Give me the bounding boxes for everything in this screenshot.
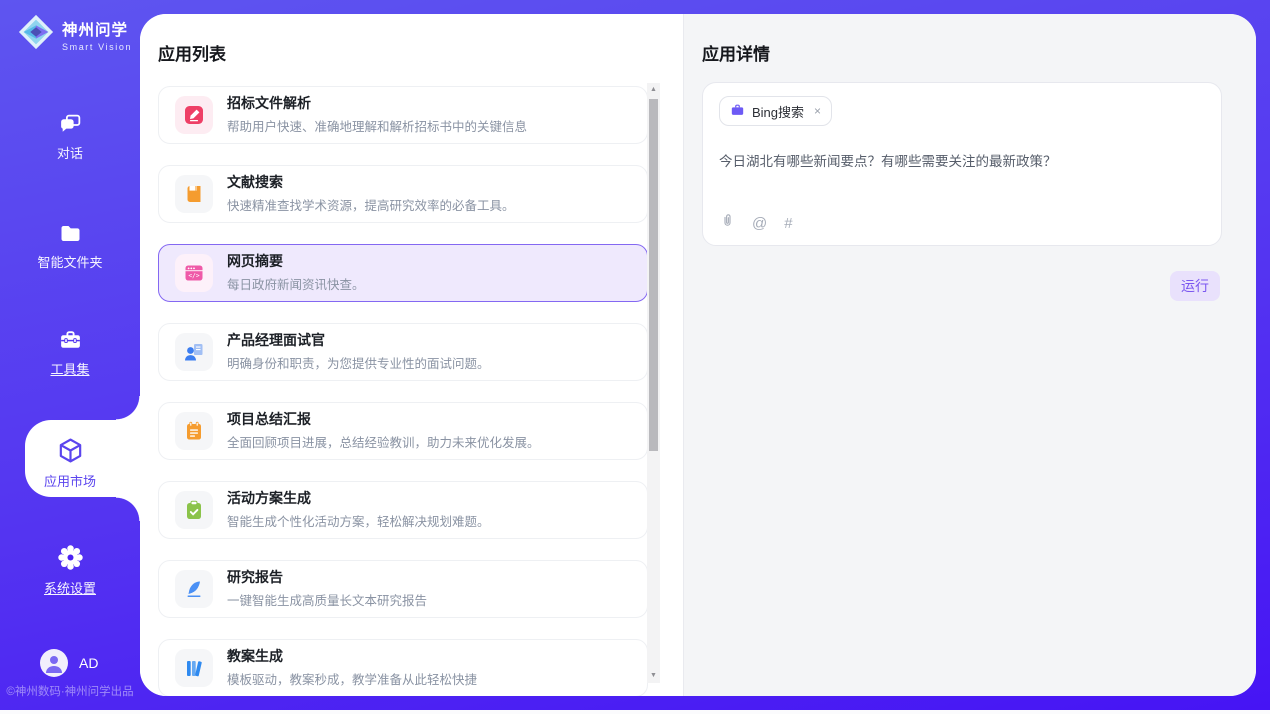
sidebar-item-5[interactable]: 系统设置	[0, 543, 140, 597]
app-card-title: 网页摘要	[227, 253, 365, 269]
chat-icon	[0, 112, 140, 137]
scrollbar-thumb[interactable]	[649, 99, 658, 451]
interviewer-icon	[175, 333, 213, 371]
app-logo: 神州问学 Smart Vision	[17, 13, 132, 56]
logo-gem-icon	[17, 13, 55, 56]
sidebar-item-label: 应用市场	[0, 471, 140, 490]
report-pen-icon	[175, 570, 213, 608]
bubble-notch-bottom	[116, 497, 140, 521]
prompt-input-card[interactable]: Bing搜索 × 今日湖北有哪些新闻要点？有哪些需要关注的最新政策？ @#	[702, 82, 1222, 246]
edit-doc-icon	[175, 96, 213, 134]
app-list-title: 应用列表	[158, 40, 226, 65]
books-icon	[175, 649, 213, 687]
browser-code-icon: </>	[175, 254, 213, 292]
sidebar: 神州问学 Smart Vision 对话智能文件夹工具集应用市场系统设置 AD …	[0, 0, 140, 710]
app-card[interactable]: 产品经理面试官明确身份和职责，为您提供专业性的面试问题。	[158, 323, 648, 381]
app-card-description: 智能生成个性化活动方案，轻松解决规划难题。	[227, 511, 490, 530]
scrollbar-down-arrow-icon[interactable]: ▼	[647, 669, 660, 683]
app-card[interactable]: 教案生成模板驱动，教案秒成，教学准备从此轻松快捷	[158, 639, 648, 696]
app-card-title: 教案生成	[227, 648, 477, 664]
bubble-notch-top	[116, 396, 140, 420]
sidebar-item-4[interactable]: 应用市场	[0, 436, 140, 490]
tool-chip-bing-search[interactable]: Bing搜索 ×	[719, 96, 832, 126]
app-card-title: 招标文件解析	[227, 95, 527, 111]
app-card-description: 快速精准查找学术资源，提高研究效率的必备工具。	[227, 195, 515, 214]
sidebar-item-label: 工具集	[0, 359, 140, 378]
at-icon[interactable]: @	[752, 215, 767, 232]
svg-text:</>: </>	[188, 273, 199, 280]
app-card-title: 活动方案生成	[227, 490, 490, 506]
logo-subtitle: Smart Vision	[62, 42, 132, 52]
user-avatar-icon	[40, 649, 68, 677]
scrollbar-up-arrow-icon[interactable]: ▲	[647, 83, 660, 97]
account-name: AD	[79, 655, 98, 671]
app-card-title: 项目总结汇报	[227, 411, 540, 427]
paperclip-icon[interactable]	[720, 212, 735, 234]
folder-icon	[0, 222, 140, 246]
app-card-description: 全面回顾项目进展，总结经验教训，助力未来优化发展。	[227, 432, 540, 451]
attachment-toolbar: @#	[720, 212, 793, 234]
sidebar-item-label: 对话	[0, 143, 140, 162]
app-card[interactable]: 文献搜索快速精准查找学术资源，提高研究效率的必备工具。	[158, 165, 648, 223]
sidebar-item-3[interactable]: 工具集	[0, 328, 140, 378]
sidebar-item-label: 系统设置	[0, 578, 140, 597]
book-icon	[175, 175, 213, 213]
app-detail-title: 应用详情	[702, 40, 770, 65]
app-card-description: 帮助用户快速、准确地理解和解析招标书中的关键信息	[227, 116, 527, 135]
sidebar-item-1[interactable]: 对话	[0, 112, 140, 162]
app-list-panel: 应用列表 招标文件解析帮助用户快速、准确地理解和解析招标书中的关键信息文献搜索快…	[140, 14, 684, 696]
app-card-title: 产品经理面试官	[227, 332, 490, 348]
app-card-description: 模板驱动，教案秒成，教学准备从此轻松快捷	[227, 669, 477, 688]
app-card[interactable]: 研究报告一键智能生成高质量长文本研究报告	[158, 560, 648, 618]
query-text[interactable]: 今日湖北有哪些新闻要点？有哪些需要关注的最新政策？	[719, 153, 1205, 171]
chip-close-icon[interactable]: ×	[814, 104, 821, 118]
account-button[interactable]: AD	[40, 649, 98, 677]
cube-icon	[0, 436, 140, 465]
app-card[interactable]: </> 网页摘要每日政府新闻资讯快查。	[158, 244, 648, 302]
notepad-icon	[175, 412, 213, 450]
app-card-description: 每日政府新闻资讯快查。	[227, 274, 365, 293]
app-card-list: 招标文件解析帮助用户快速、准确地理解和解析招标书中的关键信息文献搜索快速精准查找…	[158, 86, 648, 696]
briefcase-icon	[730, 103, 745, 120]
app-card[interactable]: 招标文件解析帮助用户快速、准确地理解和解析招标书中的关键信息	[158, 86, 648, 144]
logo-name: 神州问学	[62, 18, 132, 40]
app-card-title: 研究报告	[227, 569, 427, 585]
main-panel: 应用列表 招标文件解析帮助用户快速、准确地理解和解析招标书中的关键信息文献搜索快…	[140, 14, 1256, 696]
list-scrollbar[interactable]: ▲ ▼	[647, 83, 660, 683]
sidebar-item-2[interactable]: 智能文件夹	[0, 222, 140, 271]
app-card-description: 一键智能生成高质量长文本研究报告	[227, 590, 427, 609]
sidebar-item-label: 智能文件夹	[0, 252, 140, 271]
app-detail-panel: 应用详情 Bing搜索 × 今日湖北有哪些新闻要点？有哪些需要关注的最新政策？ …	[684, 14, 1256, 696]
app-card[interactable]: 活动方案生成智能生成个性化活动方案，轻松解决规划难题。	[158, 481, 648, 539]
tool-chip-label: Bing搜索	[752, 102, 804, 121]
app-card[interactable]: 项目总结汇报全面回顾项目进展，总结经验教训，助力未来优化发展。	[158, 402, 648, 460]
app-card-description: 明确身份和职责，为您提供专业性的面试问题。	[227, 353, 490, 372]
copyright-text: ©神州数码·神州问学出品	[0, 683, 140, 699]
gear-icon	[0, 543, 140, 572]
hash-icon[interactable]: #	[784, 215, 792, 232]
toolbox-icon	[0, 328, 140, 353]
clipboard-check-icon	[175, 491, 213, 529]
app-card-title: 文献搜索	[227, 174, 515, 190]
run-button[interactable]: 运行	[1170, 271, 1220, 301]
